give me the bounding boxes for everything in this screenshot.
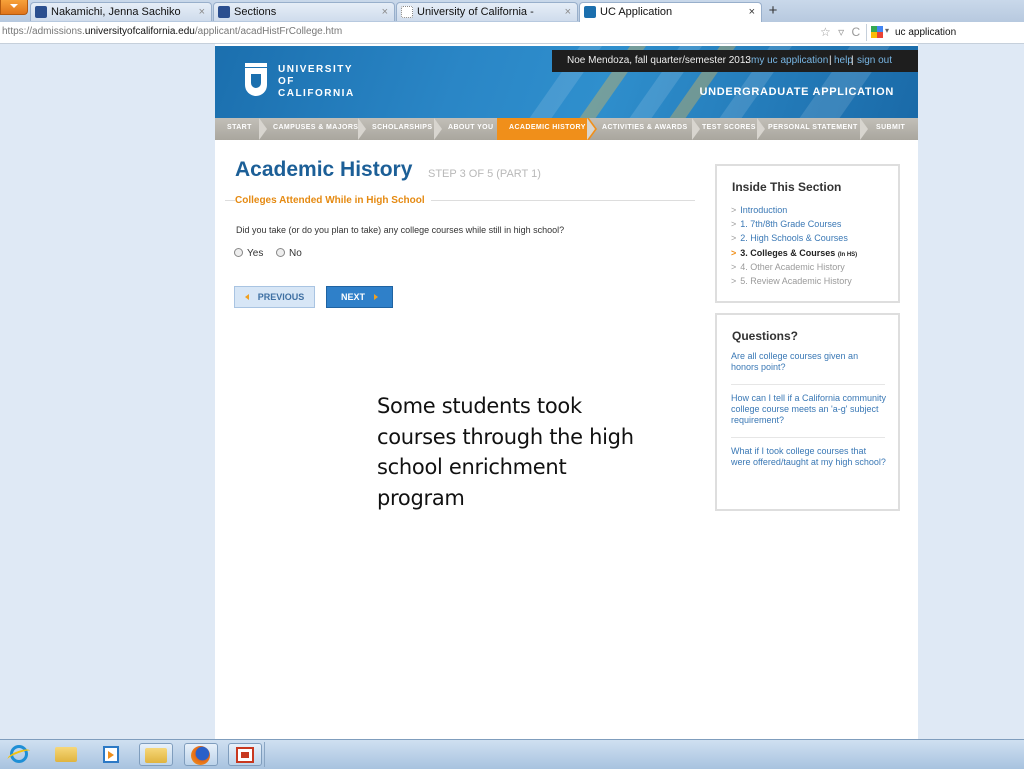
step-campuses-majors[interactable]: CAMPUSES & MAJORS <box>273 124 358 131</box>
faq-link-community-college[interactable]: How can I tell if a California community… <box>731 393 887 426</box>
google-icon <box>871 26 883 38</box>
search-input[interactable]: uc application <box>895 27 956 38</box>
panel-heading: Questions? <box>732 329 799 343</box>
tab-uc-application[interactable]: UC Application × <box>579 2 762 22</box>
close-tab-icon[interactable]: × <box>749 6 755 18</box>
step-submit[interactable]: SUBMIT <box>876 124 905 131</box>
section-subtitle: Colleges Attended While in High School <box>235 195 431 206</box>
media-player-icon[interactable] <box>95 743 129 766</box>
new-tab-button[interactable]: + <box>763 3 783 20</box>
section-nav-introduction[interactable]: > Introduction <box>731 205 787 215</box>
tab-nakamichi[interactable]: Nakamichi, Jenna Sachiko × <box>30 2 212 21</box>
taskbar <box>0 739 1024 769</box>
step-personal-statement[interactable]: PERSONAL STATEMENT <box>768 124 858 131</box>
section-nav-other-history: >4. Other Academic History <box>731 262 845 272</box>
radio-no[interactable]: No <box>276 248 302 259</box>
tab-title: Sections <box>234 6 277 18</box>
tab-university-of-california[interactable]: University of California - × <box>396 2 578 21</box>
annotation-note: Some students took courses through the h… <box>377 394 634 510</box>
firefox-icon[interactable] <box>184 743 218 766</box>
faq-link-honors-point[interactable]: Are all college courses given an honors … <box>731 351 887 373</box>
next-button[interactable]: NEXT <box>326 286 393 308</box>
question-text: Did you take (or do you plan to take) an… <box>236 225 565 235</box>
radio-yes[interactable]: Yes <box>234 248 263 259</box>
page-icon <box>401 6 413 18</box>
sign-out-link[interactable]: sign out <box>857 55 892 66</box>
folder-icon[interactable] <box>139 743 173 766</box>
arrow-left-icon <box>244 294 249 300</box>
search-box[interactable]: ▾ uc application <box>866 24 1024 41</box>
url-host: universityofcalifornia.edu <box>84 26 195 37</box>
chevron-right-icon: > <box>731 262 737 272</box>
divider <box>731 437 885 438</box>
user-bar: Noe Mendoza, fall quarter/semester 2013 … <box>552 50 918 72</box>
section-nav-grade-courses[interactable]: >1. 7th/8th Grade Courses <box>731 219 841 229</box>
bookmark-star-icon[interactable]: ☆ ▿ C <box>820 25 862 39</box>
section-nav-review: >5. Review Academic History <box>731 276 852 286</box>
step-start[interactable]: START <box>227 124 252 131</box>
panel-heading: Inside This Section <box>732 180 842 194</box>
browser-tab-strip: Nakamichi, Jenna Sachiko × Sections × Un… <box>0 0 1024 23</box>
step-academic-history[interactable]: ACADEMIC HISTORY <box>509 124 586 131</box>
chevron-right-icon: > <box>731 248 737 258</box>
tab-title: UC Application <box>600 6 673 18</box>
powerpoint-icon[interactable] <box>228 743 262 766</box>
radio-circle-icon[interactable] <box>276 248 285 257</box>
divider <box>264 742 265 767</box>
url-path: /applicant/acadHistFrCollege.htm <box>194 26 343 37</box>
close-tab-icon[interactable]: × <box>382 6 388 18</box>
arrow-right-icon <box>374 294 378 300</box>
previous-button[interactable]: PREVIOUS <box>234 286 315 308</box>
inside-section-panel: Inside This Section > Introduction >1. 7t… <box>715 164 900 303</box>
step-activities-awards[interactable]: ACTIVITIES & AWARDS <box>602 124 688 131</box>
uc-icon <box>584 6 596 18</box>
step-scholarships[interactable]: SCHOLARSHIPS <box>372 124 432 131</box>
firefox-menu-button[interactable] <box>0 0 28 15</box>
chevron-down-icon[interactable]: ▾ <box>885 26 889 35</box>
logo-text: UNIVERSITY OF CALIFORNIA <box>278 64 355 99</box>
uc-logo[interactable] <box>245 63 267 97</box>
navigation-bar: https://admissions.universityofcaliforni… <box>0 22 1024 44</box>
section-nav-high-schools[interactable]: >2. High Schools & Courses <box>731 233 848 243</box>
step-about-you[interactable]: ABOUT YOU <box>448 124 493 131</box>
tab-title: University of California - <box>417 6 534 18</box>
chevron-right-icon: > <box>731 219 737 229</box>
chevron-right-icon: > <box>731 205 737 215</box>
progress-steps: START CAMPUSES & MAJORS SCHOLARSHIPS ABO… <box>215 118 918 140</box>
divider <box>731 384 885 385</box>
my-application-link[interactable]: my uc application <box>751 55 828 66</box>
file-explorer-icon[interactable] <box>50 743 84 766</box>
close-tab-icon[interactable]: × <box>199 6 205 18</box>
section-nav-colleges-current[interactable]: >3. Colleges & Courses (In HS) <box>731 248 857 258</box>
radio-circle-icon[interactable] <box>234 248 243 257</box>
step-test-scores[interactable]: TEST SCORES <box>702 124 756 131</box>
questions-panel: Questions? Are all college courses given… <box>715 313 900 511</box>
tab-sections[interactable]: Sections × <box>213 2 395 21</box>
application-title: UNDERGRADUATE APPLICATION <box>699 86 894 98</box>
letter-p-icon <box>218 6 230 18</box>
step-indicator: STEP 3 OF 5 (PART 1) <box>428 168 541 180</box>
chevron-right-icon: > <box>731 233 737 243</box>
close-tab-icon[interactable]: × <box>565 6 571 18</box>
tab-title: Nakamichi, Jenna Sachiko <box>51 6 181 18</box>
page-title: Academic History <box>235 158 413 181</box>
user-name: Noe Mendoza, fall quarter/semester 2013 <box>567 55 751 66</box>
url-bar[interactable]: https://admissions.universityofcaliforni… <box>2 26 342 37</box>
letter-p-icon <box>35 6 47 18</box>
header-banner: UNIVERSITY OF CALIFORNIA Noe Mendoza, fa… <box>215 46 918 118</box>
faq-link-courses-at-high-school[interactable]: What if I took college courses that were… <box>731 446 887 468</box>
chevron-right-icon: > <box>731 276 737 286</box>
internet-explorer-icon[interactable] <box>4 743 38 766</box>
url-prefix: https://admissions. <box>2 26 85 37</box>
